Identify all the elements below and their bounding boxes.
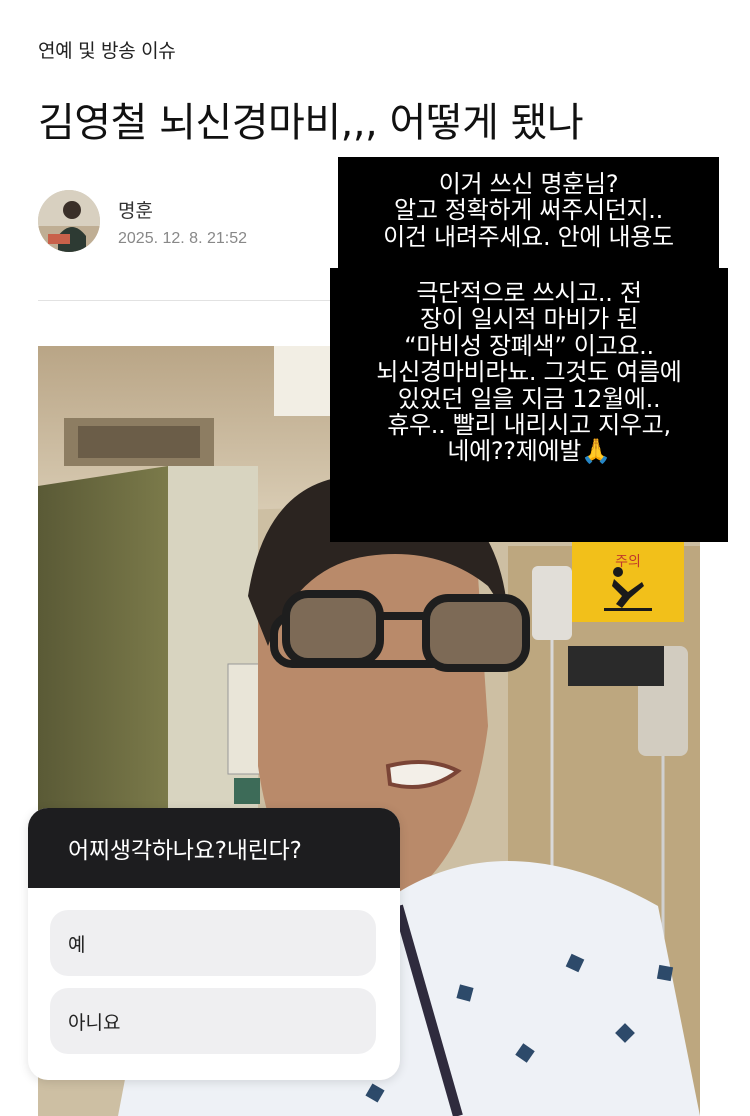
category-label[interactable]: 연예 및 방송 이슈 bbox=[38, 36, 176, 63]
post-date: 2025. 12. 8. 21:52 bbox=[118, 230, 247, 247]
author-name[interactable]: 명훈 bbox=[118, 196, 153, 223]
divider bbox=[38, 300, 338, 301]
poll-option-no[interactable]: 아니요 bbox=[50, 988, 376, 1054]
poll-sticker: 어찌생각하나요?내린다? 예 아니요 bbox=[28, 808, 400, 1080]
post-title: 김영철 뇌신경마비,,, 어떻게 됐나 bbox=[38, 100, 584, 146]
story-comment-text-top: 이거 쓰신 명훈님? 알고 정확하게 써주시던지.. 이건 내려주세요. 안에 … bbox=[338, 157, 719, 271]
poll-option-yes[interactable]: 예 bbox=[50, 910, 376, 976]
author-info: 명훈 2025. 12. 8. 21:52 bbox=[38, 190, 318, 254]
story-comment-text-bottom: 극단적으로 쓰시고.. 전 장이 일시적 마비가 된 “마비성 장폐색” 이고요… bbox=[330, 268, 728, 542]
avatar[interactable] bbox=[38, 190, 100, 252]
poll-question: 어찌생각하나요?내린다? bbox=[28, 808, 400, 888]
